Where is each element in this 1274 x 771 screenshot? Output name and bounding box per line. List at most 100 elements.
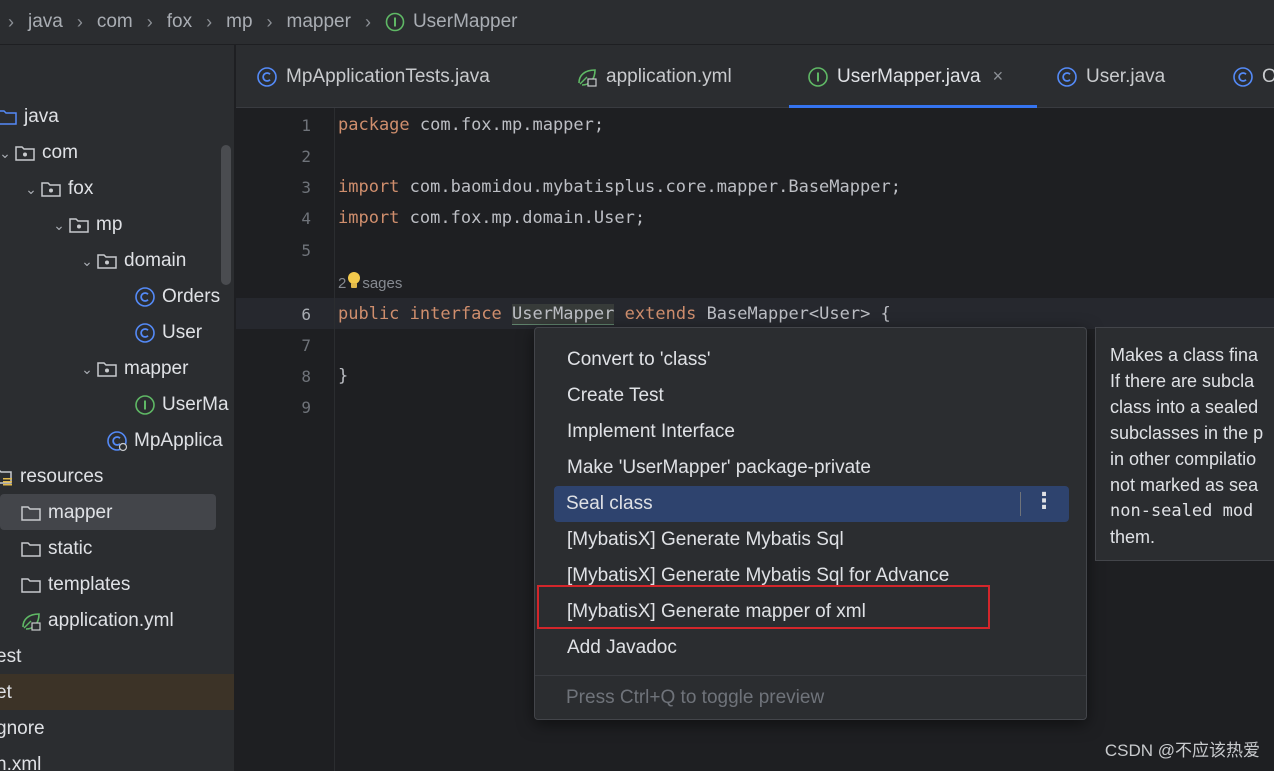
chevron-down-icon: ⌄ — [53, 216, 65, 233]
menu-item-seal-class[interactable]: Seal class ⋮ — [554, 486, 1069, 522]
menu-item-divider — [1020, 492, 1021, 516]
tree-item-mapper-folder[interactable]: mapper — [20, 495, 112, 531]
close-icon[interactable]: × — [993, 66, 1004, 87]
popup-footer-hint: Press Ctrl+Q to toggle preview — [535, 675, 1086, 719]
watermark-text: CSDN @不应该热爱 — [1104, 741, 1260, 760]
tree-item-label: est — [0, 646, 22, 667]
keyword: import — [338, 177, 400, 197]
tree-item-com[interactable]: ⌄ com — [0, 135, 78, 171]
class-icon — [256, 66, 278, 88]
code-line-8: } — [338, 366, 349, 386]
tree-item-label: domain — [124, 250, 187, 271]
tree-item-java[interactable]: java — [0, 99, 59, 135]
menu-item-create-test[interactable]: Create Test — [555, 378, 1069, 414]
tree-item-static[interactable]: static — [20, 531, 92, 567]
chevron-right-icon: › — [146, 11, 153, 32]
tree-item-domain[interactable]: ⌄ domain — [78, 243, 186, 279]
preview-text: in other compilatio — [1110, 449, 1257, 469]
breadcrumb-item-label: UserMapper — [412, 11, 518, 32]
tab-mpapplicationtests[interactable]: MpApplicationTests.java — [256, 45, 490, 108]
tab-label: UserMapper.java — [837, 65, 981, 87]
usages-count: 2 — [338, 275, 347, 292]
breadcrumb-item-mapper[interactable]: mapper — [287, 11, 351, 33]
tree-item-label: application.yml — [48, 610, 174, 631]
tab-label: O — [1262, 65, 1274, 87]
chevron-down-icon: ⌄ — [25, 180, 37, 197]
line-number: 7 — [301, 336, 311, 355]
line-number: 3 — [301, 178, 311, 197]
tree-item-label: java — [24, 106, 59, 127]
line-number: 6 — [301, 305, 311, 324]
breadcrumb-item-com[interactable]: com — [97, 11, 133, 33]
menu-item-add-javadoc[interactable]: Add Javadoc — [555, 630, 1069, 666]
tree-item-templates[interactable]: templates — [20, 567, 130, 603]
tree-item-label: mapper — [48, 502, 113, 523]
keyword: import — [338, 208, 400, 228]
usages-hint[interactable]: 2 sages — [338, 271, 402, 295]
tab-usermapper[interactable]: UserMapper.java × — [789, 45, 1037, 108]
interface-icon — [385, 12, 405, 32]
tree-item-application-yml[interactable]: application.yml — [20, 603, 174, 639]
tree-item-mp[interactable]: ⌄ mp — [50, 207, 122, 243]
tree-item-pom-xml[interactable]: n.xml — [0, 747, 41, 771]
resources-folder-icon — [0, 466, 14, 488]
menu-item-implement-interface[interactable]: Implement Interface — [555, 414, 1069, 450]
tree-item-gitignore[interactable]: gnore — [0, 711, 45, 747]
tab-application-yml[interactable]: application.yml — [576, 45, 732, 108]
menu-item-mybatisx-generate-sql[interactable]: [MybatisX] Generate Mybatis Sql — [555, 522, 1069, 558]
folder-icon — [20, 538, 42, 560]
tree-item-user[interactable]: User — [134, 315, 202, 351]
tree-item-label: MpApplica — [134, 430, 223, 451]
tree-item-resources[interactable]: resources — [0, 459, 103, 495]
tab-label: MpApplicationTests.java — [286, 65, 490, 87]
tree-item-test[interactable]: est — [0, 639, 21, 675]
keyword: public — [338, 304, 400, 324]
breadcrumb-item-fox[interactable]: fox — [167, 11, 192, 33]
usages-label: sages — [362, 275, 403, 292]
package-icon — [14, 142, 36, 164]
breadcrumb-item-mp[interactable]: mp — [226, 11, 252, 33]
tree-row-highlight — [0, 674, 234, 710]
tree-item-mpapplication[interactable]: MpApplica — [106, 423, 223, 459]
tab-orders[interactable]: O — [1232, 45, 1274, 108]
breadcrumb: › java › com › fox › mp › mapper › UserM… — [0, 0, 1274, 45]
breadcrumb-item-usermapper[interactable]: UserMapper — [385, 11, 518, 33]
tree-item-label: mp — [96, 214, 123, 235]
package-icon — [40, 178, 62, 200]
code-text: BaseMapper<User> { — [706, 304, 891, 324]
yml-icon — [20, 610, 42, 632]
tree-item-label: templates — [48, 574, 131, 595]
code-line-4: import com.fox.mp.domain.User; — [338, 208, 645, 228]
tree-item-target[interactable]: et — [0, 675, 12, 711]
chevron-down-icon: ⌄ — [81, 252, 93, 269]
keyword: package — [338, 115, 410, 135]
tree-item-label: fox — [68, 178, 94, 199]
preview-text: them. — [1110, 527, 1156, 547]
tree-item-label: mapper — [124, 358, 189, 379]
tree-item-label: com — [42, 142, 78, 163]
code-text: com.fox.mp.mapper; — [409, 115, 605, 135]
more-options-icon[interactable]: ⋮ — [1033, 488, 1055, 514]
tree-scrollbar[interactable] — [221, 145, 231, 285]
menu-item-make-package-private[interactable]: Make 'UserMapper' package-private — [555, 450, 1069, 486]
tree-item-label: UserMa — [162, 394, 229, 415]
package-icon — [96, 250, 118, 272]
tree-item-orders[interactable]: Orders — [134, 279, 220, 315]
code-text: com.baomidou.mybatisplus.core.mapper.Bas… — [399, 177, 901, 197]
identifier-usermapper[interactable]: UserMapper — [512, 304, 615, 325]
class-icon — [1232, 66, 1254, 88]
breadcrumb-item-java[interactable]: java — [28, 11, 63, 33]
tab-label: application.yml — [606, 65, 732, 87]
tab-user[interactable]: User.java — [1056, 45, 1165, 108]
menu-item-label: Seal class — [566, 493, 653, 514]
menu-item-convert-to-class[interactable]: Convert to 'class' — [555, 342, 1069, 378]
source-folder-icon — [0, 106, 18, 128]
tree-item-fox[interactable]: ⌄ fox — [22, 171, 93, 207]
annotation-highlight-box — [537, 585, 990, 629]
tree-item-mapper-package[interactable]: ⌄ mapper — [78, 351, 188, 387]
lightbulb-icon[interactable] — [346, 271, 362, 295]
tree-item-usermapper[interactable]: UserMa — [134, 387, 229, 423]
code-line-1: package com.fox.mp.mapper; — [338, 115, 604, 135]
class-icon — [134, 286, 156, 308]
tree-item-label: User — [162, 322, 203, 343]
